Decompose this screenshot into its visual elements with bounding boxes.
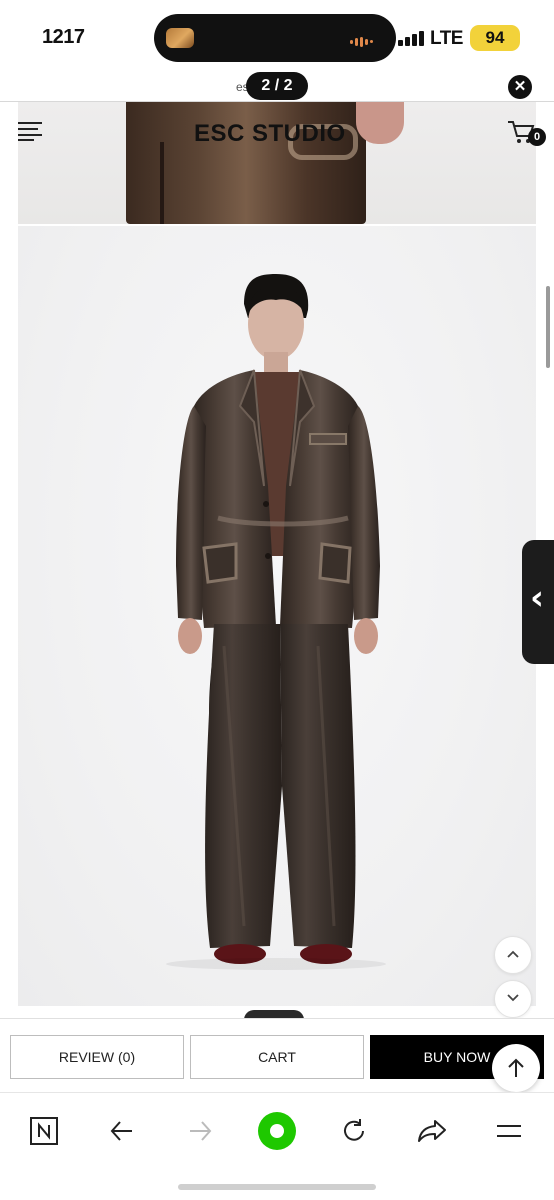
naver-home-button[interactable] [22, 1109, 66, 1153]
chevron-left-icon: ‹ [530, 578, 545, 618]
review-button[interactable]: REVIEW (0) [10, 1035, 184, 1079]
battery-badge: 94 [470, 25, 520, 51]
page-up-button[interactable] [494, 936, 532, 974]
model-figure [166, 274, 386, 970]
product-photo [18, 226, 536, 1006]
scroll-to-top-button[interactable] [492, 1044, 540, 1092]
menu-lines-icon [497, 1125, 521, 1137]
now-playing-thumbnail [166, 28, 194, 48]
hamburger-icon[interactable] [18, 122, 42, 141]
forward-arrow-icon [190, 1121, 212, 1141]
status-time: 1217 [42, 26, 85, 48]
webview[interactable]: ESC STUDIO 0 [0, 102, 554, 1018]
refresh-button[interactable] [332, 1109, 376, 1153]
close-button[interactable]: ✕ [508, 75, 532, 99]
network-type: LTE [430, 28, 463, 49]
menu-button[interactable] [487, 1109, 531, 1153]
purchase-bar: REVIEW (0) CART BUY NOW [0, 1018, 554, 1092]
green-dot-icon [258, 1112, 296, 1150]
home-indicator[interactable] [178, 1184, 376, 1190]
brand-logo[interactable]: ESC STUDIO [194, 120, 346, 148]
status-bar: 1217 LTE 94 [0, 0, 554, 76]
share-icon [418, 1120, 446, 1142]
coat-strap [160, 142, 164, 224]
arrow-up-icon [508, 1058, 524, 1077]
signal-icon [398, 30, 426, 46]
chevron-up-icon [507, 950, 519, 958]
scrollbar[interactable] [546, 286, 550, 368]
image-page-counter: 2 / 2 [246, 72, 308, 100]
forward-button[interactable] [178, 1109, 222, 1153]
green-dot-button[interactable] [255, 1109, 299, 1153]
naver-icon [30, 1117, 58, 1145]
refresh-icon [344, 1119, 364, 1141]
page-down-button[interactable] [494, 980, 532, 1018]
cart-count-badge: 0 [528, 128, 546, 146]
chevron-down-icon [507, 994, 519, 1002]
model-hand [356, 102, 404, 144]
audio-wave-icon [350, 33, 382, 47]
add-to-cart-button[interactable]: CART [190, 1035, 364, 1079]
back-button[interactable] [100, 1109, 144, 1153]
next-photo-peek [244, 1010, 304, 1018]
dynamic-island [154, 14, 396, 62]
back-arrow-icon [110, 1121, 132, 1141]
side-panel-tab[interactable]: ‹ [522, 540, 554, 664]
share-button[interactable] [410, 1109, 454, 1153]
